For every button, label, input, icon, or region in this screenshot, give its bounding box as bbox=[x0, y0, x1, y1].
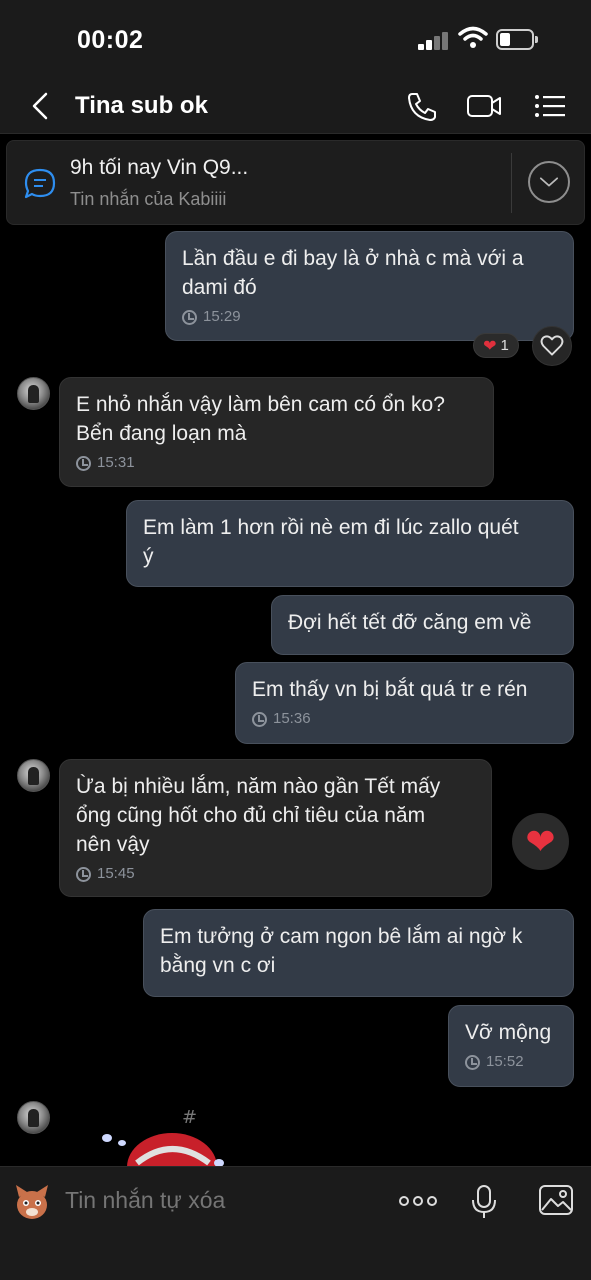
message-bubble-incoming[interactable]: Ừa bị nhiều lắm, năm nào gần Tết mấy ổng… bbox=[59, 759, 492, 897]
message-bubble-outgoing[interactable]: Em làm 1 hơn rồi nè em đi lúc zallo quét… bbox=[126, 500, 574, 587]
clock-icon bbox=[465, 1054, 480, 1070]
chat-title[interactable]: Tina sub ok bbox=[75, 92, 208, 120]
avatar[interactable] bbox=[17, 1101, 50, 1134]
pinned-message-subtitle: Tin nhắn của Kabiiii bbox=[70, 189, 227, 209]
message-time: 15:45 bbox=[97, 865, 135, 882]
chat-bubble-icon bbox=[24, 168, 56, 199]
message-bubble-outgoing[interactable]: Vỡ mộng 15:52 bbox=[448, 1005, 574, 1087]
message-time: 15:31 bbox=[97, 454, 135, 471]
heart-icon: ❤ bbox=[483, 337, 497, 355]
phone-call-icon[interactable] bbox=[405, 90, 441, 122]
message-bubble-outgoing[interactable]: Em thấy vn bị bắt quá tr e rén 15:36 bbox=[235, 662, 574, 744]
message-text: E nhỏ nhắn vậy làm bên cam có ổn ko? Bển… bbox=[76, 393, 445, 445]
status-bar: 00:02 bbox=[0, 0, 591, 80]
message-input[interactable] bbox=[65, 1187, 365, 1214]
message-text: Ừa bị nhiều lắm, năm nào gần Tết mấy ổng… bbox=[76, 775, 441, 856]
message-bubble-outgoing[interactable]: Lần đầu e đi bay là ở nhà c mà với a dam… bbox=[165, 231, 574, 341]
expand-pinned-button[interactable] bbox=[528, 161, 570, 203]
message-meta: 15:29 bbox=[182, 308, 557, 326]
menu-list-icon[interactable] bbox=[533, 90, 569, 122]
message-time: 15:52 bbox=[486, 1053, 524, 1070]
add-reaction-button[interactable] bbox=[532, 326, 572, 366]
reaction-count: 1 bbox=[500, 337, 509, 354]
back-arrow-icon[interactable] bbox=[28, 91, 52, 121]
message-bubble-outgoing[interactable]: Đợi hết tết đỡ căng em về bbox=[271, 595, 574, 655]
message-time: 15:36 bbox=[273, 710, 311, 727]
message-bubble-outgoing[interactable]: Em tưởng ở cam ngon bê lắm ai ngờ k bằng… bbox=[143, 909, 574, 997]
message-text: Vỡ mộng bbox=[465, 1021, 552, 1044]
more-options-icon[interactable] bbox=[398, 1191, 438, 1211]
microphone-icon[interactable] bbox=[470, 1184, 498, 1220]
clock-icon bbox=[76, 455, 91, 471]
clock-icon bbox=[76, 866, 91, 882]
heart-reaction-icon[interactable]: ❤ bbox=[512, 813, 569, 870]
message-composer bbox=[0, 1166, 591, 1280]
video-call-icon[interactable] bbox=[466, 90, 502, 122]
battery-icon bbox=[496, 29, 538, 50]
message-text: Em làm 1 hơn rồi nè em đi lúc zallo quét… bbox=[143, 516, 519, 568]
svg-text:#: # bbox=[182, 1107, 197, 1128]
sticker-picker-icon[interactable] bbox=[10, 1181, 54, 1223]
message-text: Em thấy vn bị bắt quá tr e rén bbox=[252, 678, 528, 701]
clock-icon bbox=[182, 309, 197, 325]
image-picker-icon[interactable] bbox=[538, 1184, 574, 1216]
chat-header: Tina sub ok bbox=[0, 80, 591, 134]
message-time: 15:29 bbox=[203, 308, 241, 325]
cellular-signal-icon bbox=[418, 30, 450, 50]
message-meta: 15:52 bbox=[465, 1053, 557, 1071]
message-meta: 15:36 bbox=[252, 710, 557, 728]
avatar[interactable] bbox=[17, 377, 50, 410]
sticker-image[interactable]: # bbox=[97, 1105, 237, 1167]
pinned-message-title: 9h tối nay Vin Q9... bbox=[70, 156, 249, 179]
message-text: Em tưởng ở cam ngon bê lắm ai ngờ k bằng… bbox=[160, 925, 523, 977]
message-text: Lần đầu e đi bay là ở nhà c mà với a dam… bbox=[182, 247, 524, 299]
message-text: Đợi hết tết đỡ căng em về bbox=[288, 611, 532, 634]
reaction-summary[interactable]: ❤ 1 bbox=[473, 333, 519, 358]
wifi-icon bbox=[458, 26, 488, 48]
divider bbox=[511, 153, 512, 213]
clock-icon bbox=[252, 711, 267, 727]
pinned-message-banner[interactable]: 9h tối nay Vin Q9... Tin nhắn của Kabiii… bbox=[6, 140, 585, 225]
status-time: 00:02 bbox=[77, 26, 144, 54]
message-meta: 15:31 bbox=[76, 454, 477, 472]
message-meta: 15:45 bbox=[76, 865, 475, 883]
message-bubble-incoming[interactable]: E nhỏ nhắn vậy làm bên cam có ổn ko? Bển… bbox=[59, 377, 494, 487]
avatar[interactable] bbox=[17, 759, 50, 792]
